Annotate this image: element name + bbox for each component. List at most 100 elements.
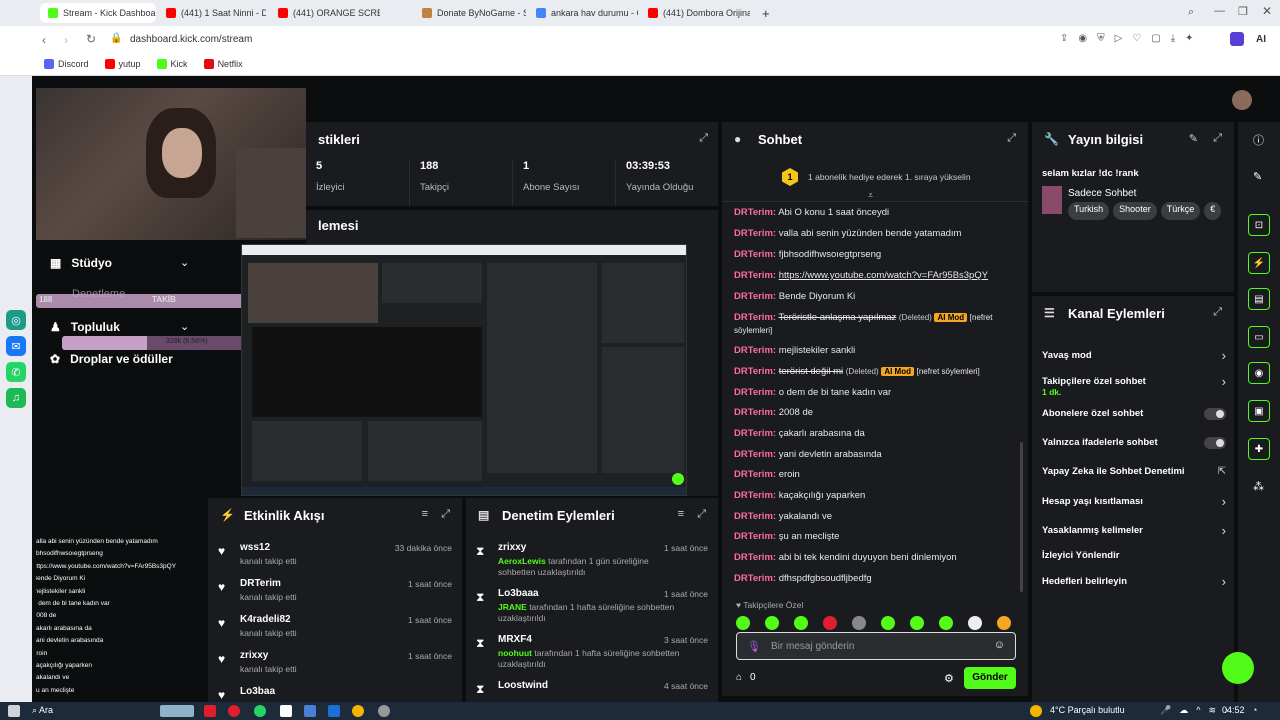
tag-chip[interactable]: Shooter xyxy=(1113,202,1157,220)
channel-points[interactable]: ⌂ 0 xyxy=(736,672,756,683)
chat-message[interactable]: DRTerim: Teröristle anlaşma yapılmaz (De… xyxy=(734,311,1004,337)
wifi-icon[interactable]: ≋ xyxy=(1208,705,1216,716)
chat-username[interactable]: DRTerim: xyxy=(734,207,776,218)
chevron-up-icon[interactable]: ^ xyxy=(1196,705,1200,716)
tag-chip[interactable]: Turkish xyxy=(1068,202,1110,220)
opera-profile-icon[interactable] xyxy=(1230,32,1244,46)
chat-message[interactable]: DRTerim: yani devletin arabasında xyxy=(734,448,1004,461)
go-live-button[interactable] xyxy=(1222,652,1254,684)
new-tab-button[interactable]: + xyxy=(754,3,774,23)
activity-username[interactable]: DRTerim xyxy=(240,578,281,589)
collapse-icon[interactable]: ⩡ xyxy=(868,190,873,201)
channel-action-item[interactable]: İzleyici Yönlendir xyxy=(1042,550,1226,574)
document-icon[interactable]: ▤ xyxy=(1248,288,1270,310)
tab-youtube-2[interactable]: (441) ORANGE SCREEN 1 xyxy=(270,3,380,23)
tag-chip[interactable]: € xyxy=(1204,202,1222,220)
moderator-name[interactable]: noohuut xyxy=(498,648,532,658)
chat-message[interactable]: DRTerim: fjbhsodifhwsoıegtprseng xyxy=(734,248,1004,261)
spotify-icon[interactable]: ♫ xyxy=(6,388,26,408)
chat-username[interactable]: DRTerim: xyxy=(734,291,776,302)
stream-preview-video[interactable] xyxy=(241,244,687,496)
toggle-switch[interactable] xyxy=(1204,437,1226,449)
emote-icon[interactable] xyxy=(910,616,924,630)
chat-username[interactable]: DRTerim: xyxy=(734,228,776,239)
emote-icon[interactable] xyxy=(736,616,750,630)
url-field[interactable]: dashboard.kick.com/stream xyxy=(130,34,252,45)
chat-message[interactable]: DRTerim: mejlistekiler sankli xyxy=(734,344,1004,357)
filter-icon[interactable]: ≡ xyxy=(422,508,428,520)
windows-start-icon[interactable] xyxy=(8,705,20,717)
onedrive-icon[interactable]: ☁ xyxy=(1179,705,1188,716)
pencil-icon[interactable]: ✎ xyxy=(1253,170,1262,183)
bookmark-discord[interactable]: Discord xyxy=(44,59,89,69)
activity-username[interactable]: zrixxy xyxy=(240,650,268,661)
chat-scrollbar[interactable] xyxy=(1020,442,1023,592)
activity-item[interactable]: ♥ Lo3baa xyxy=(218,686,452,702)
chat-message[interactable]: DRTerim: şu an meclişte xyxy=(734,530,1004,543)
cube-icon[interactable]: ▢ xyxy=(1151,33,1160,47)
toggle-switch[interactable] xyxy=(1204,408,1226,420)
chatgpt-icon[interactable]: ◎ xyxy=(6,310,26,330)
activity-username[interactable]: Lo3baa xyxy=(240,686,275,697)
moderation-item[interactable]: ⧗ Lo3baaa JRANE tarafından 1 hafta süreliğ… xyxy=(476,588,708,632)
activity-item[interactable]: ♥ wss12 kanalı takip etti 33 dakika önce xyxy=(218,542,452,576)
chat-username[interactable]: DRTerim: xyxy=(734,270,776,281)
emoji-icon[interactable]: ☺ xyxy=(994,639,1005,651)
chat-username[interactable]: DRTerim: xyxy=(734,407,776,418)
chat-username[interactable]: DRTerim: xyxy=(734,312,776,323)
bolt-icon[interactable]: ⚡ xyxy=(1248,252,1270,274)
tab-kick-dashboard[interactable]: Stream - Kick Dashboard xyxy=(40,3,156,23)
chat-username[interactable]: DRTerim: xyxy=(734,249,776,260)
scan-icon[interactable]: ⊡ xyxy=(1248,214,1270,236)
chat-message[interactable]: DRTerim: dfhspdfgbsoudfljbedfg xyxy=(734,572,1004,585)
clock[interactable]: 04:52 xyxy=(1222,705,1245,715)
emote-icon[interactable] xyxy=(939,616,953,630)
chat-message[interactable]: DRTerim: Abi O konu 1 saat önceydi xyxy=(734,206,1004,219)
chat-message[interactable]: DRTerim: kaçakçılığı yaparken xyxy=(734,489,1004,502)
popout-icon[interactable]: ⤢ xyxy=(697,508,706,521)
chat-message[interactable]: DRTerim: eroin xyxy=(734,468,1004,481)
moderated-username[interactable]: MRXF4 xyxy=(498,634,532,645)
activity-username[interactable]: wss12 xyxy=(240,542,270,553)
moderator-name[interactable]: AeroxLewis xyxy=(498,556,546,566)
file-taskbar-icon[interactable] xyxy=(280,705,292,717)
chevron-down-icon[interactable]: ⌄ xyxy=(180,256,189,269)
explorer-taskbar-icon[interactable] xyxy=(304,705,316,717)
chat-message[interactable]: DRTerim: çakarlı arabasına da xyxy=(734,427,1004,440)
bookmark-yutup[interactable]: yutup xyxy=(104,59,141,69)
minimize-icon[interactable]: — xyxy=(1214,5,1225,17)
channel-action-item[interactable]: Yavaş mod › xyxy=(1042,348,1226,374)
weather-text[interactable]: 4°C Parçalı bulutlu xyxy=(1050,705,1125,715)
tag-chip[interactable]: Türkçe xyxy=(1160,202,1201,220)
wrench-icon[interactable]: ✚ xyxy=(1248,438,1270,460)
chat-message[interactable]: DRTerim: o dem de bi tane kadın var xyxy=(734,386,1004,399)
messenger-icon[interactable]: ✉ xyxy=(6,336,26,356)
chat-username[interactable]: DRTerim: xyxy=(734,449,776,460)
filter-icon[interactable]: ≡ xyxy=(678,508,684,520)
channel-action-item[interactable]: Takipçilere özel sohbet 1 dk. › xyxy=(1042,374,1226,400)
shield-icon[interactable]: ⛨ xyxy=(1097,33,1105,47)
maximize-icon[interactable]: ❐ xyxy=(1238,5,1248,18)
send-button[interactable]: Gönder xyxy=(964,667,1016,689)
share-icon[interactable]: ⇪ xyxy=(1060,33,1068,47)
channel-action-item[interactable]: Hesap yaşı kısıtlaması › xyxy=(1042,494,1226,520)
weather-widget-icon[interactable] xyxy=(160,705,194,717)
search-tabs-icon[interactable]: ⌕ xyxy=(1188,6,1194,19)
taskbar-search[interactable]: ⌕ Ara xyxy=(32,705,53,716)
chat-username[interactable]: DRTerim: xyxy=(734,490,776,501)
moderation-item[interactable]: ⧗ MRXF4 noohuut tarafından 1 hafta süreliğ… xyxy=(476,634,708,678)
chat-message[interactable]: DRTerim: Bende Diyorum Ki xyxy=(734,290,1004,303)
popout-icon[interactable]: ⤢ xyxy=(1213,306,1222,319)
back-icon[interactable]: ‹ xyxy=(42,33,46,47)
moderator-name[interactable]: JRANE xyxy=(498,602,527,612)
moderated-username[interactable]: zrixxy xyxy=(498,542,526,553)
chat-username[interactable]: DRTerim: xyxy=(734,469,776,480)
nav-rewards[interactable]: ✿ Droplar ve ödüller xyxy=(50,352,173,366)
emote-icon[interactable] xyxy=(997,616,1011,630)
popout-icon[interactable]: ⤢ xyxy=(699,132,708,145)
bookmark-netflix[interactable]: Netflix xyxy=(203,59,243,69)
chat-username[interactable]: DRTerim: xyxy=(734,387,776,398)
emote-icon[interactable] xyxy=(765,616,779,630)
channel-action-item[interactable]: Yapay Zeka ile Sohbet Denetimi ⇱ xyxy=(1042,466,1226,490)
whatsapp-icon[interactable]: ✆ xyxy=(6,362,26,382)
